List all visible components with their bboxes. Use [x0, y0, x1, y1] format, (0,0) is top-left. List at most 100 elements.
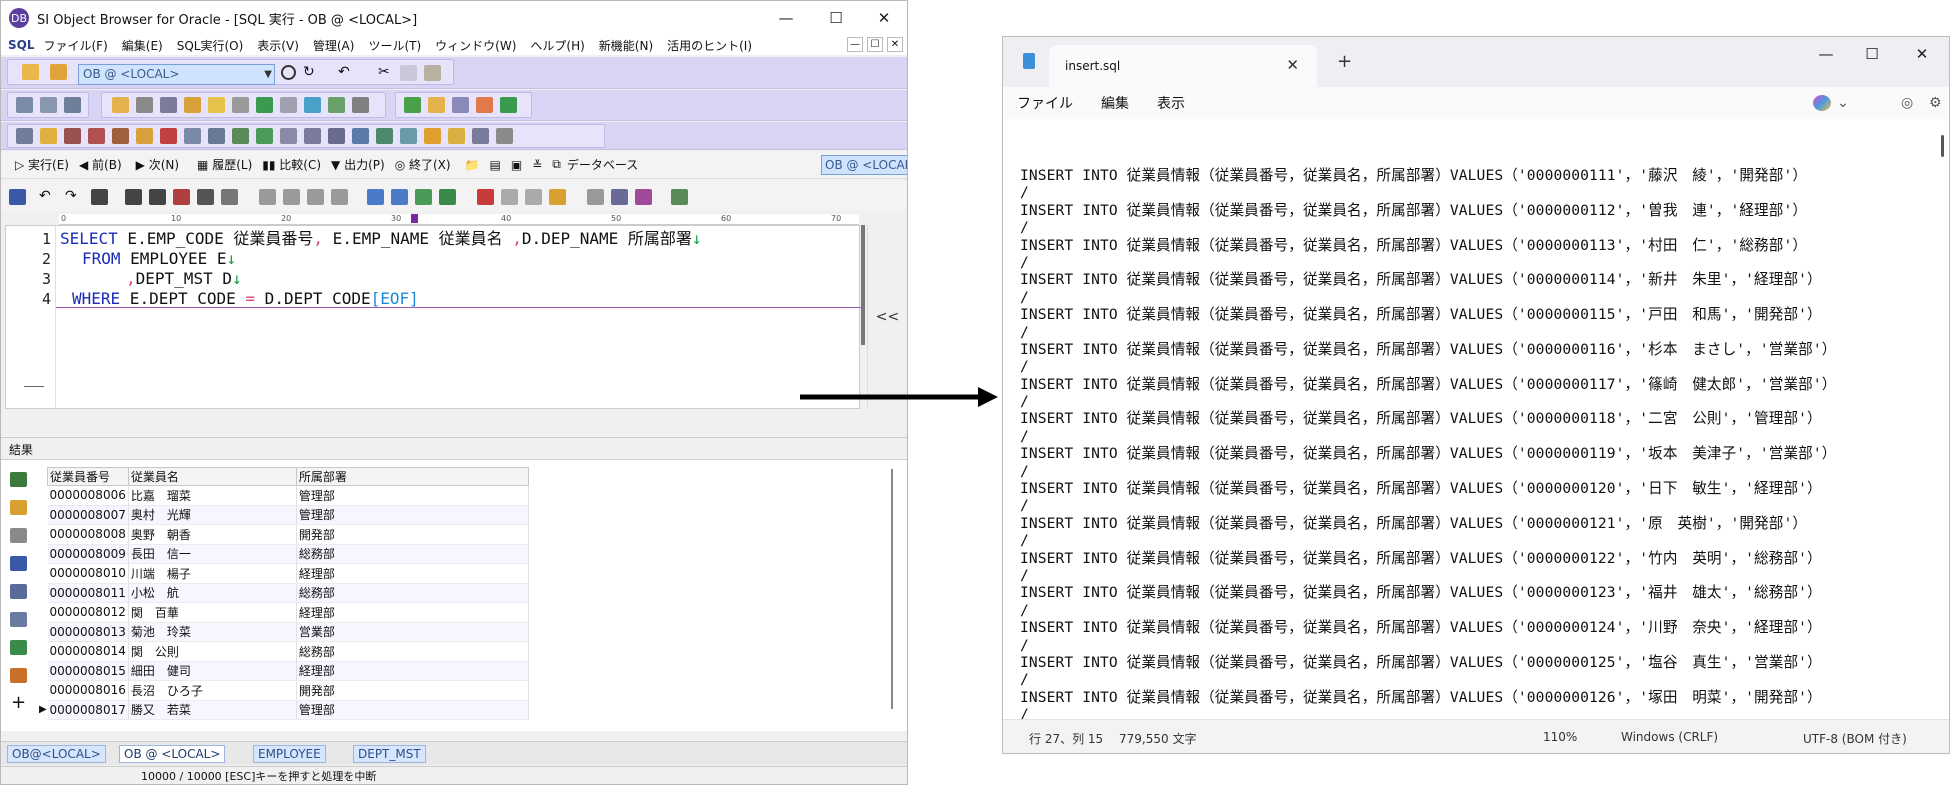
- notepad-minimize-button[interactable]: —: [1803, 37, 1849, 71]
- result-tab[interactable]: 結果: [9, 441, 33, 458]
- table-cell[interactable]: 川端 楊子: [128, 563, 297, 584]
- mdi-close-button[interactable]: ✕: [887, 37, 903, 52]
- function-icon[interactable]: [112, 128, 129, 144]
- menu-tools[interactable]: ツール(T): [361, 37, 428, 54]
- jump-icon[interactable]: [197, 189, 214, 205]
- calendar-icon[interactable]: [376, 128, 393, 144]
- editor-scrollbar[interactable]: [861, 225, 865, 345]
- hierarchy-icon[interactable]: [256, 128, 273, 144]
- table-row[interactable]: 0000008012 関 百華 経理部: [47, 602, 529, 623]
- plug-icon[interactable]: [671, 189, 688, 205]
- table-cell[interactable]: 管理部: [296, 700, 529, 720]
- close-button[interactable]: ✕: [859, 1, 907, 35]
- add-row-icon[interactable]: +: [10, 694, 27, 712]
- bookmark-prev-icon[interactable]: [525, 189, 542, 205]
- settings-icon[interactable]: [400, 128, 417, 144]
- encoding[interactable]: UTF-8 (BOM 付き): [1803, 730, 1907, 747]
- table-cell[interactable]: 関 公則: [128, 641, 297, 662]
- find-next-icon[interactable]: [125, 189, 142, 205]
- finish-button[interactable]: ◎ 終了(X): [395, 156, 451, 173]
- table-row[interactable]: 0000008016 長沼 ひろ子 開発部: [47, 680, 529, 701]
- replace-icon[interactable]: [173, 189, 190, 205]
- undo-icon[interactable]: ↶: [39, 189, 56, 205]
- key-icon[interactable]: [40, 128, 57, 144]
- index-icon[interactable]: [184, 128, 201, 144]
- table-cell[interactable]: 奥野 朝香: [128, 524, 297, 545]
- compare-button[interactable]: ▮▮ 比較(C): [262, 156, 321, 173]
- table-cell[interactable]: 0000008013: [47, 622, 129, 642]
- refresh-circle-icon[interactable]: [281, 65, 296, 80]
- copilot-icon[interactable]: [1813, 95, 1831, 111]
- block-3-icon[interactable]: [307, 189, 324, 205]
- menu-file[interactable]: ファイル(F): [37, 37, 115, 54]
- menu-window[interactable]: ウィンドウ(W): [428, 37, 523, 54]
- save-result-icon[interactable]: [10, 556, 27, 571]
- menu-tips[interactable]: 活用のヒント(I): [660, 37, 759, 54]
- table-cell[interactable]: 0000008017: [47, 700, 129, 720]
- table-cell[interactable]: 0000008006: [47, 485, 129, 506]
- filter-icon[interactable]: [10, 500, 27, 515]
- search-icon[interactable]: [352, 97, 369, 113]
- sequence-icon[interactable]: [304, 97, 321, 113]
- table-cell[interactable]: 0000008008: [47, 524, 129, 545]
- next-button[interactable]: ▶ 次(N): [136, 156, 179, 173]
- notepad-scrollbar[interactable]: [1941, 135, 1944, 157]
- chevron-down-icon[interactable]: ⌄: [1837, 95, 1849, 113]
- database-combo[interactable]: OB @ <LOCAL>: [821, 155, 907, 175]
- list-icon[interactable]: [64, 97, 81, 113]
- synonym-icon[interactable]: [136, 128, 153, 144]
- mdi-restore-button[interactable]: ☐: [867, 37, 883, 52]
- table-cell[interactable]: 長田 信一: [128, 544, 297, 564]
- sql-format-icon[interactable]: [439, 189, 456, 205]
- import-icon[interactable]: [428, 97, 445, 113]
- notepad-menu-edit[interactable]: 編集: [1101, 93, 1129, 113]
- block-4-icon[interactable]: [331, 189, 348, 205]
- table-cell[interactable]: 0000008007: [47, 505, 129, 525]
- table-cell[interactable]: 0000008015: [47, 661, 129, 681]
- table-view-icon[interactable]: ▤: [490, 158, 501, 172]
- excel-icon[interactable]: [10, 668, 27, 683]
- csv-icon[interactable]: [10, 640, 27, 655]
- form-icon[interactable]: [208, 128, 225, 144]
- table-cell[interactable]: 比嘉 瑠菜: [128, 485, 297, 506]
- table-cell[interactable]: 管理部: [296, 505, 529, 525]
- find-prev-icon[interactable]: [149, 189, 166, 205]
- bookmark-icon[interactable]: [477, 189, 494, 205]
- indent-icon[interactable]: [367, 189, 384, 205]
- table-row[interactable]: 0000008013 菊池 玲菜 営業部: [47, 622, 529, 642]
- table-cell[interactable]: 菊池 玲菜: [128, 622, 297, 642]
- table-cell[interactable]: 関 百華: [128, 602, 297, 623]
- mdi-minimize-button[interactable]: —: [847, 37, 863, 52]
- column-header[interactable]: 従業員番号: [47, 467, 129, 486]
- doc-tab-sql[interactable]: OB @ <LOCAL>: [119, 745, 226, 763]
- procedure-icon[interactable]: [88, 128, 105, 144]
- table-cell[interactable]: 総務部: [296, 641, 529, 662]
- table-row[interactable]: 0000008011 小松 航総務部: [47, 583, 529, 603]
- lock-icon[interactable]: [184, 97, 201, 113]
- table-row[interactable]: 0000008006 比嘉 瑠菜 管理部: [47, 485, 529, 506]
- palette-icon[interactable]: [635, 189, 652, 205]
- maximize-button[interactable]: ☐: [811, 1, 861, 35]
- table-cell[interactable]: 小松 航: [128, 583, 297, 603]
- table-row[interactable]: 0000008017 勝又 若菜 管理部: [47, 700, 529, 720]
- format-icon[interactable]: [221, 189, 238, 205]
- block-2-icon[interactable]: [283, 189, 300, 205]
- table-icon[interactable]: [256, 97, 273, 113]
- outdent-icon[interactable]: [391, 189, 408, 205]
- copy-result-icon[interactable]: [10, 612, 27, 627]
- bookmark-next-icon[interactable]: [501, 189, 518, 205]
- table-cell[interactable]: 0000008010: [47, 563, 129, 584]
- notepad-menu-file[interactable]: ファイル: [1017, 93, 1073, 113]
- file-tab[interactable]: insert.sql ✕: [1049, 45, 1317, 87]
- doc-tab-dept[interactable]: DEPT_MST: [353, 745, 426, 763]
- connection-combo[interactable]: OB @ <LOCAL> ▼: [78, 64, 275, 85]
- execute-button[interactable]: ▷ 実行(E): [15, 156, 69, 173]
- copy-icon[interactable]: [400, 65, 417, 81]
- table-row[interactable]: 0000008014 関 公則 総務部: [47, 641, 529, 662]
- object-icon[interactable]: [232, 97, 249, 113]
- undo-icon[interactable]: ↶: [338, 65, 355, 81]
- table-cell[interactable]: 0000008009: [47, 544, 129, 564]
- table-cell[interactable]: 勝又 若菜: [128, 700, 297, 720]
- table-cell[interactable]: 開発部: [296, 680, 529, 701]
- find-icon[interactable]: [91, 189, 108, 205]
